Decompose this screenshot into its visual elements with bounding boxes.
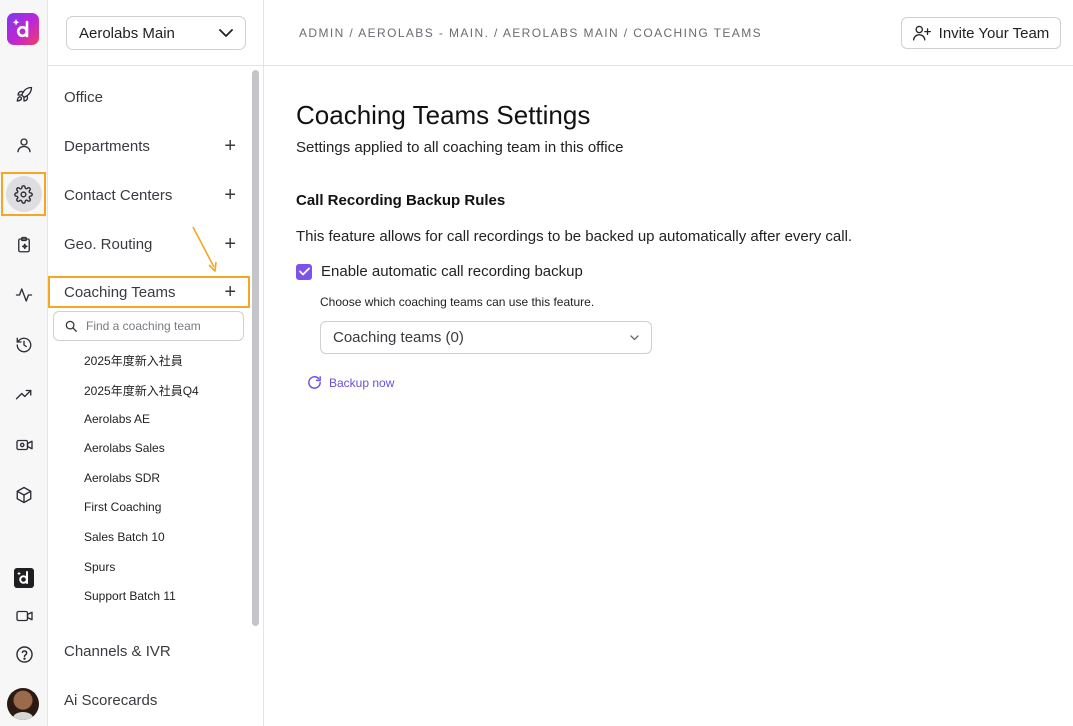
top-bar: ADMIN / AEROLABS - MAIN. / AEROLABS MAIN… — [264, 0, 1073, 66]
page-title: Coaching Teams Settings — [296, 100, 591, 130]
list-item[interactable]: Aerolabs Sales — [84, 441, 165, 455]
list-item[interactable]: Aerolabs SDR — [84, 471, 160, 485]
sidebar-item-office[interactable]: Office — [48, 82, 248, 112]
sidebar-item-coaching-teams[interactable]: Coaching Teams + — [48, 276, 250, 308]
app-logo[interactable] — [7, 13, 39, 45]
add-geo-routing-icon[interactable]: + — [224, 234, 236, 254]
add-contact-center-icon[interactable]: + — [224, 185, 236, 205]
refresh-icon — [308, 376, 321, 389]
dialpad-app-icon[interactable] — [4, 559, 44, 597]
sidebar-item-label: Contact Centers — [64, 186, 173, 204]
clipboard-sparkle-icon[interactable] — [4, 226, 44, 264]
video-settings-icon[interactable] — [4, 426, 44, 464]
coaching-teams-select-value: Coaching teams (0) — [333, 329, 464, 346]
user-icon[interactable] — [4, 126, 44, 164]
history-icon[interactable] — [4, 326, 44, 364]
enable-backup-checkbox[interactable] — [296, 263, 312, 280]
list-item[interactable]: First Coaching — [84, 500, 161, 514]
enable-backup-label: Enable automatic call recording backup — [321, 263, 583, 280]
sidebar-item-contact-centers[interactable]: Contact Centers + — [48, 180, 248, 210]
breadcrumb: ADMIN / AEROLABS - MAIN. / AEROLABS MAIN… — [299, 26, 762, 40]
invite-team-button[interactable]: Invite Your Team — [901, 17, 1061, 49]
help-icon[interactable] — [4, 635, 44, 673]
office-select-value: Aerolabs Main — [79, 24, 175, 42]
avatar[interactable] — [7, 688, 39, 720]
add-coaching-team-icon[interactable]: + — [224, 282, 236, 302]
sidebar-item-label: Departments — [64, 137, 150, 155]
list-item[interactable]: 2025年度新入社員Q4 — [84, 382, 199, 399]
section-description: This feature allows for call recordings … — [296, 228, 853, 245]
invite-team-label: Invite Your Team — [938, 24, 1050, 42]
list-item[interactable]: 2025年度新入社員 — [84, 352, 183, 369]
annotation-arrow-icon — [192, 226, 217, 272]
settings-sidebar: Aerolabs Main Office Departments + Conta… — [48, 0, 264, 726]
list-item[interactable]: Spurs — [84, 560, 115, 574]
backup-now-button[interactable]: Backup now — [306, 374, 394, 391]
sidebar-divider — [48, 65, 263, 66]
icon-rail — [0, 0, 48, 726]
list-item[interactable]: Sales Batch 10 — [84, 530, 165, 544]
coaching-team-search[interactable] — [53, 311, 244, 341]
search-icon — [65, 320, 77, 332]
add-department-icon[interactable]: + — [224, 136, 236, 156]
video-camera-icon[interactable] — [4, 597, 44, 635]
activity-icon[interactable] — [4, 276, 44, 314]
backup-now-label: Backup now — [329, 375, 395, 390]
checkmark-icon — [298, 267, 310, 276]
office-select[interactable]: Aerolabs Main — [66, 16, 246, 50]
sidebar-item-label: Coaching Teams — [64, 283, 176, 301]
section-title: Call Recording Backup Rules — [296, 192, 506, 209]
chevron-down-icon — [219, 28, 233, 37]
sidebar-item-departments[interactable]: Departments + — [48, 131, 248, 161]
chevron-down-icon — [630, 334, 639, 340]
sidebar-item-label: Geo. Routing — [64, 235, 153, 253]
add-user-icon — [912, 25, 931, 41]
search-input[interactable] — [86, 319, 236, 333]
sidebar-item-channels-ivr[interactable]: Channels & IVR — [48, 636, 248, 666]
sidebar-item-label: Channels & IVR — [64, 642, 171, 660]
scrollbar-thumb[interactable] — [252, 70, 259, 626]
list-item[interactable]: Support Batch 11 — [84, 589, 176, 603]
sidebar-item-ai-scorecards[interactable]: Ai Scorecards — [48, 685, 248, 715]
gear-icon — [5, 176, 42, 212]
coaching-teams-select[interactable]: Coaching teams (0) — [320, 321, 652, 354]
sidebar-item-label: Ai Scorecards — [64, 691, 158, 709]
sidebar-item-label: Office — [64, 88, 103, 106]
cube-icon[interactable] — [4, 476, 44, 514]
sidebar-scrollbar[interactable] — [248, 66, 262, 726]
page-subtitle: Settings applied to all coaching team in… — [296, 139, 624, 156]
trending-up-icon[interactable] — [4, 376, 44, 414]
rocket-icon[interactable] — [4, 76, 44, 114]
backup-toggle-row: Enable automatic call recording backup — [296, 263, 583, 280]
settings-nav[interactable] — [1, 172, 46, 216]
list-item[interactable]: Aerolabs AE — [84, 412, 150, 426]
coaching-teams-hint: Choose which coaching teams can use this… — [320, 295, 595, 309]
